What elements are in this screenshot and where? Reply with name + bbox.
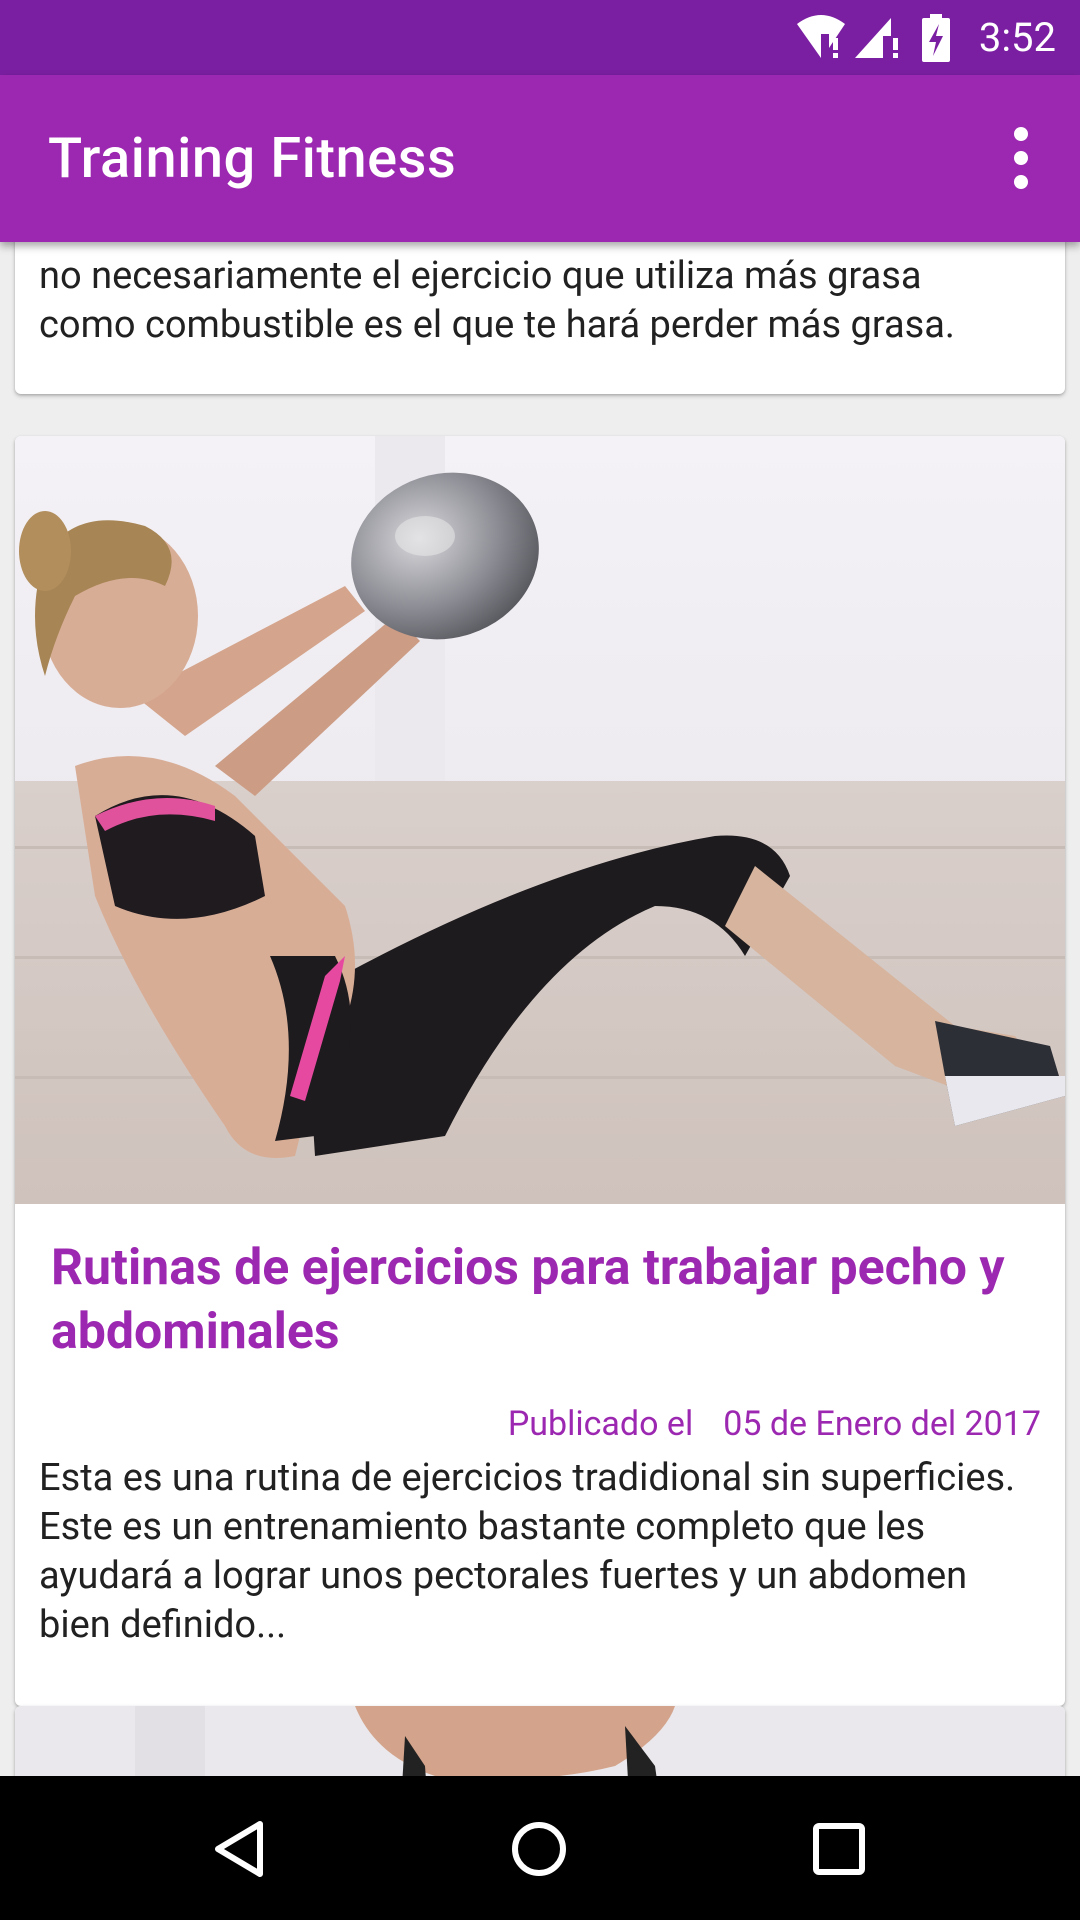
article-image[interactable] [15,1706,1065,1776]
back-icon[interactable] [206,1814,276,1884]
battery-charging-icon [922,14,950,62]
more-vert-icon[interactable] [986,123,1056,193]
article-excerpt: Esta es una rutina de ejercicios tradidi… [39,1456,1016,1647]
home-icon[interactable] [504,1814,574,1884]
status-time: 3:52 [978,14,1056,61]
article-card[interactable]: no necesariamente el ejercicio que utili… [15,242,1065,394]
article-card[interactable]: Rutinas de ejercicios para trabajar pech… [15,436,1065,1706]
status-bar: 3:52 [0,0,1080,75]
article-excerpt: no necesariamente el ejercicio que utili… [39,254,955,347]
article-feed[interactable]: no necesariamente el ejercicio que utili… [0,242,1080,1776]
date-prefix: Publicado el [507,1404,694,1444]
article-image[interactable] [15,436,1065,1204]
app-bar: Training Fitness [0,75,1080,242]
navigation-bar [0,1776,1080,1920]
recents-icon[interactable] [804,1814,874,1884]
date-value: 05 de Enero del 2017 [723,1404,1041,1444]
article-title[interactable]: Rutinas de ejercicios para trabajar pech… [51,1236,1025,1364]
wifi-alert-icon [797,15,845,58]
article-card[interactable] [15,1706,1065,1776]
article-date: Publicado el 05 de Enero del 2017 [508,1404,1041,1444]
signal-alert-icon [855,18,898,58]
app-title: Training Fitness [48,125,457,191]
